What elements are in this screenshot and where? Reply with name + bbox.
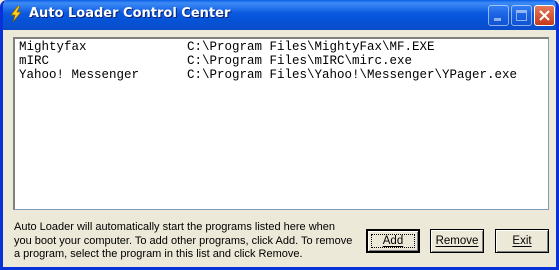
list-item[interactable]: mIRC C:\Program Files\mIRC\mirc.exe — [15, 54, 548, 68]
maximize-icon — [516, 10, 527, 21]
program-name: Yahoo! Messenger — [19, 68, 140, 82]
exit-button[interactable]: Exit — [495, 229, 549, 253]
add-button[interactable]: Add — [366, 229, 420, 253]
program-path: C:\Program Files\mIRC\mirc.exe — [187, 54, 413, 68]
lightning-bolt-icon — [8, 5, 24, 23]
program-path: C:\Program Files\Yahoo!\Messenger\YPager… — [187, 68, 518, 82]
maximize-button[interactable] — [511, 5, 532, 26]
auto-loader-window: Auto Loader Control Center Mightyfax C:\… — [0, 0, 559, 270]
remove-button-label: Remove — [435, 235, 479, 247]
close-icon — [539, 10, 550, 21]
program-name: mIRC — [19, 54, 50, 68]
add-button-label: Add — [382, 235, 404, 247]
remove-button[interactable]: Remove — [430, 229, 484, 253]
title-bar[interactable]: Auto Loader Control Center — [3, 0, 556, 30]
instructions-text: Auto Loader will automatically start the… — [14, 221, 353, 260]
close-button[interactable] — [534, 5, 555, 26]
program-list[interactable]: Mightyfax C:\Program Files\MightyFax\MF.… — [13, 37, 549, 210]
minimize-icon — [494, 18, 501, 21]
program-path: C:\Program Files\MightyFax\MF.EXE — [187, 40, 435, 54]
window-title: Auto Loader Control Center — [29, 6, 231, 21]
exit-button-label: Exit — [512, 235, 532, 247]
program-name: Mightyfax — [19, 40, 87, 54]
list-item[interactable]: Mightyfax C:\Program Files\MightyFax\MF.… — [15, 40, 548, 54]
list-item[interactable]: Yahoo! Messenger C:\Program Files\Yahoo!… — [15, 68, 548, 82]
minimize-button[interactable] — [488, 5, 509, 26]
